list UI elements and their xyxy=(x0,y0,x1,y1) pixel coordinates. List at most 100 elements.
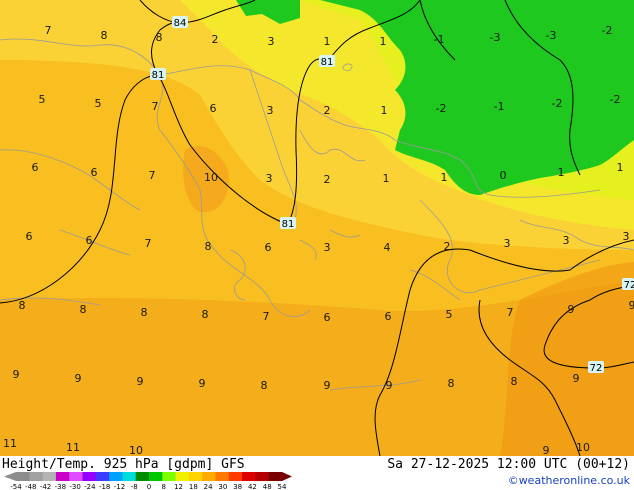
temperature-label: 5 xyxy=(95,97,102,110)
scale-swatch xyxy=(82,472,97,481)
temperature-label: 9 xyxy=(568,303,575,316)
temperature-label: 8 xyxy=(19,299,26,312)
scale-swatch xyxy=(215,472,230,481)
scale-swatch xyxy=(109,472,123,481)
temperature-label: 4 xyxy=(384,241,391,254)
temperature-label: 10 xyxy=(576,441,590,454)
temperature-label: 7 xyxy=(149,169,156,182)
temperature-label: 7 xyxy=(263,310,270,323)
scale-swatch xyxy=(122,472,137,481)
scale-tick-label: 48 xyxy=(263,483,272,490)
scale-swatch xyxy=(255,472,270,481)
temperature-label: 3 xyxy=(266,172,273,185)
contour-label: 72 xyxy=(622,278,634,291)
scale-tick-label: 18 xyxy=(189,483,198,490)
scale-swatch xyxy=(135,472,150,481)
contour-label: 72 xyxy=(588,361,604,374)
scale-tick-label: 38 xyxy=(233,483,242,490)
scale-swatch xyxy=(228,472,243,481)
temperature-label: 7 xyxy=(45,24,52,37)
scale-tick-label: 12 xyxy=(174,483,183,490)
temperature-label: 9 xyxy=(324,379,331,392)
temperature-label: 3 xyxy=(623,230,630,243)
temperature-label: 1 xyxy=(558,166,565,179)
scale-tick-label: -30 xyxy=(69,483,80,490)
temperature-label: -2 xyxy=(602,24,613,37)
temperature-label: 8 xyxy=(205,240,212,253)
temperature-label: 8 xyxy=(261,379,268,392)
credit-link[interactable]: ©weatheronline.co.uk xyxy=(508,474,630,487)
temperature-label: 9 xyxy=(75,372,82,385)
temperature-label: 10 xyxy=(204,171,218,184)
contour-label-text: 81 xyxy=(321,57,334,68)
scale-tick-label: -42 xyxy=(40,483,51,490)
temperature-label: 3 xyxy=(267,104,274,117)
scale-tick-label: 30 xyxy=(218,483,227,490)
scale-tick-label: -24 xyxy=(84,483,96,490)
temperature-label: 11 xyxy=(66,441,80,454)
temperature-label: 2 xyxy=(324,173,331,186)
temperature-label: 11 xyxy=(3,437,17,450)
temperature-label: -1 xyxy=(434,33,445,46)
temperature-label: -2 xyxy=(610,93,621,106)
contour-label: 84 xyxy=(172,16,188,29)
temperature-label: 6 xyxy=(91,166,98,179)
temperature-label: 6 xyxy=(265,241,272,254)
scale-tick-label: -48 xyxy=(25,483,36,490)
scale-arrow-left xyxy=(4,472,16,481)
temperature-label: 6 xyxy=(210,102,217,115)
scale-swatch xyxy=(268,472,283,481)
footer-bar: Height/Temp. 925 hPa [gdpm] GFS Sa 27-12… xyxy=(0,456,634,490)
contour-label: 81 xyxy=(280,217,296,230)
temperature-label: 0 xyxy=(500,169,507,182)
contour-label-text: 84 xyxy=(174,18,187,29)
temperature-label: 9 xyxy=(573,372,580,385)
temperature-label: 8 xyxy=(101,29,108,42)
weather-map: 7 8 8 2 3 1 1 -1 -3 -3 -25 5 7 6 3 2 1 -2 -1 -2 -26 6 7 10 3 2 1 1 0… xyxy=(0,0,634,457)
scale-swatch xyxy=(16,472,30,481)
scale-tick-label: -12 xyxy=(114,483,125,490)
temperature-label: 9 xyxy=(386,379,393,392)
temperature-label: 6 xyxy=(86,234,93,247)
temperature-label: 2 xyxy=(212,33,219,46)
scale-swatch xyxy=(55,472,70,481)
scale-arrow-right xyxy=(282,472,292,481)
temperature-label: 6 xyxy=(32,161,39,174)
scale-swatch xyxy=(29,472,44,481)
temperature-label: 3 xyxy=(268,35,275,48)
temperature-label: 9 xyxy=(137,375,144,388)
color-scale: -54 -48 -42 -38 -30 -24 -18 -12 -8 0 8 12 18 24 30 38 42… xyxy=(4,472,292,490)
temperature-label: 3 xyxy=(563,234,570,247)
temperature-label: 2 xyxy=(324,104,331,117)
temperature-label: 1 xyxy=(383,172,390,185)
scale-tick-label: -54 xyxy=(10,483,22,490)
scale-swatch xyxy=(162,472,177,481)
temperature-label: 6 xyxy=(26,230,33,243)
scale-tick-label: 0 xyxy=(147,483,151,490)
temperature-label: 9 xyxy=(13,368,20,381)
valid-time: Sa 27-12-2025 12:00 UTC (00+12) xyxy=(387,457,630,472)
temperature-label: -1 xyxy=(494,100,505,113)
temperature-label: 7 xyxy=(152,100,159,113)
scale-tick-label: 8 xyxy=(162,483,166,490)
temperature-label: 1 xyxy=(617,161,624,174)
temperature-label: 1 xyxy=(324,35,331,48)
temperature-label: 8 xyxy=(80,303,87,316)
scale-swatch xyxy=(202,472,216,481)
contour-label-text: 72 xyxy=(624,280,634,291)
temperature-label: 7 xyxy=(507,306,514,319)
temperature-label: 3 xyxy=(324,241,331,254)
contour-label-text: 72 xyxy=(590,363,603,374)
scale-tick-label: -8 xyxy=(131,483,138,490)
temperature-label: 2 xyxy=(444,240,451,253)
scale-tick-label: -38 xyxy=(55,483,66,490)
scale-swatch xyxy=(175,472,190,481)
scale-tick-label: 24 xyxy=(204,483,213,490)
temperature-label: 9 xyxy=(629,299,634,312)
temperature-label: 8 xyxy=(202,308,209,321)
temperature-label: 1 xyxy=(441,171,448,184)
temperature-label: 5 xyxy=(446,308,453,321)
contour-label-text: 81 xyxy=(152,70,165,81)
temperature-label: 9 xyxy=(199,377,206,390)
scale-swatch xyxy=(149,472,163,481)
